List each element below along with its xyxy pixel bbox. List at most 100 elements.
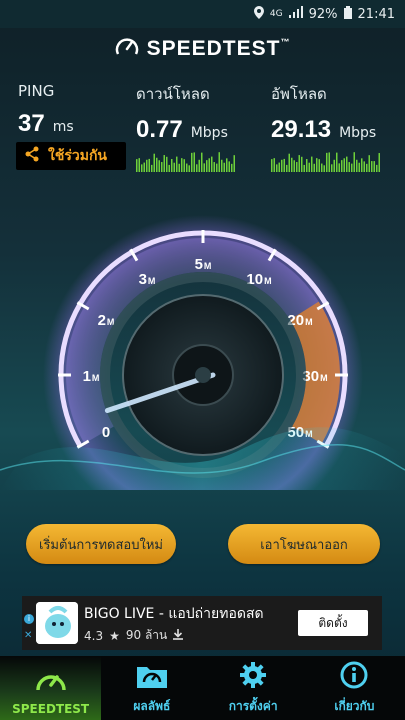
sparkline-bar bbox=[308, 162, 310, 172]
sparkline-bar bbox=[233, 155, 235, 172]
upload-sparkline bbox=[271, 150, 380, 172]
sparkline-bar bbox=[343, 158, 345, 172]
remove-ads-button[interactable]: เอาโฆษณาออก bbox=[228, 524, 380, 564]
sparkline-bar bbox=[313, 163, 315, 172]
location-icon bbox=[253, 6, 264, 22]
sparkline-bar bbox=[296, 162, 298, 172]
nav-settings-label: การตั้งค่า bbox=[228, 699, 278, 713]
speed-gauge: 01M2M3M5M10M20M30M50M bbox=[0, 215, 405, 490]
sparkline-bar bbox=[183, 159, 185, 172]
info-icon bbox=[340, 661, 368, 693]
app-title: SPEEDTEST™ bbox=[146, 37, 291, 60]
upload-metric: อัพโหลด 29.13 Mbps bbox=[271, 82, 380, 172]
ad-install-button[interactable]: ติดตั้ง bbox=[298, 610, 368, 636]
sparkline-bar bbox=[221, 159, 223, 172]
sparkline-bar bbox=[193, 152, 195, 172]
ad-banner[interactable]: i ✕ BIGO LIVE - แอปถ่ายทอดสด 4.3 ★ 90 ล้… bbox=[22, 596, 382, 650]
sparkline-bar bbox=[163, 155, 165, 172]
sparkline-bar bbox=[153, 153, 155, 172]
sparkline-bar bbox=[136, 159, 138, 172]
sparkline-bar bbox=[373, 161, 375, 172]
sparkline-bar bbox=[211, 156, 213, 172]
speedometer-logo-icon bbox=[115, 36, 139, 62]
sparkline-bar bbox=[226, 158, 228, 172]
gauge-tick-label: 0 bbox=[102, 424, 110, 441]
sparkline-bar bbox=[223, 162, 225, 172]
sparkline-bar bbox=[203, 163, 205, 172]
nav-speedtest-label: SPEEDTEST bbox=[12, 702, 90, 716]
signal-icon bbox=[288, 6, 303, 22]
sparkline-bar bbox=[328, 152, 330, 172]
gear-icon bbox=[239, 661, 267, 693]
sparkline-bar bbox=[378, 153, 380, 172]
sparkline-bar bbox=[276, 164, 278, 172]
nav-settings[interactable]: การตั้งค่า bbox=[203, 656, 304, 720]
sparkline-bar bbox=[176, 156, 178, 172]
sparkline-bar bbox=[358, 162, 360, 172]
sparkline-bar bbox=[356, 159, 358, 172]
sparkline-bar bbox=[311, 156, 313, 172]
sparkline-bar bbox=[348, 162, 350, 172]
ad-title: BIGO LIVE - แอปถ่ายทอดสด bbox=[84, 606, 264, 622]
sparkline-bar bbox=[353, 152, 355, 172]
sparkline-bar bbox=[216, 163, 218, 172]
app-header: SPEEDTEST™ bbox=[0, 36, 405, 62]
sparkline-bar bbox=[361, 158, 363, 172]
sparkline-bar bbox=[191, 152, 193, 172]
sparkline-bar bbox=[181, 158, 183, 172]
sparkline-bar bbox=[188, 165, 190, 172]
nav-speedtest[interactable]: SPEEDTEST bbox=[0, 656, 102, 720]
sparkline-bar bbox=[171, 159, 173, 172]
sparkline-bar bbox=[151, 164, 153, 172]
sparkline-bar bbox=[228, 161, 230, 172]
download-unit: Mbps bbox=[190, 125, 228, 141]
sparkline-bar bbox=[368, 155, 370, 172]
share-icon bbox=[24, 146, 40, 166]
ad-meta: 4.3 ★ 90 ล้าน bbox=[84, 626, 184, 645]
sparkline-bar bbox=[186, 163, 188, 172]
ping-value: 37 bbox=[18, 110, 45, 137]
sparkline-bar bbox=[143, 162, 145, 172]
sparkline-bar bbox=[321, 163, 323, 172]
sparkline-bar bbox=[376, 164, 378, 172]
sparkline-bar bbox=[363, 161, 365, 172]
download-sparkline bbox=[136, 150, 236, 172]
sparkline-bar bbox=[286, 164, 288, 172]
sparkline-bar bbox=[281, 159, 283, 172]
sparkline-bar bbox=[283, 158, 285, 172]
sparkline-bar bbox=[333, 159, 335, 172]
download-metric: ดาวน์โหลด 0.77 Mbps bbox=[136, 82, 236, 172]
sparkline-bar bbox=[301, 156, 303, 172]
sparkline-bar bbox=[323, 165, 325, 172]
ad-info-icon[interactable]: i bbox=[24, 614, 34, 624]
sparkline-bar bbox=[271, 159, 273, 172]
nav-results-label: ผลลัพธ์ bbox=[133, 699, 171, 713]
nav-about[interactable]: เกี่ยวกับ bbox=[304, 656, 405, 720]
star-icon: ★ bbox=[109, 628, 120, 643]
battery-percent: 92% bbox=[308, 6, 338, 22]
share-button[interactable]: ใช้ร่วมกัน bbox=[16, 142, 126, 170]
ping-label: PING bbox=[18, 82, 55, 100]
results-folder-icon bbox=[136, 663, 168, 693]
download-value: 0.77 bbox=[136, 116, 183, 143]
restart-test-button[interactable]: เริ่มต้นการทดสอบใหม่ bbox=[26, 524, 176, 564]
sparkline-bar bbox=[166, 156, 168, 172]
status-bar: 4G 92% 21:41 bbox=[0, 0, 405, 28]
sparkline-bar bbox=[161, 162, 163, 172]
download-label: ดาวน์โหลด bbox=[136, 85, 210, 103]
sparkline-bar bbox=[336, 152, 338, 172]
sparkline-bar bbox=[178, 163, 180, 172]
sparkline-bar bbox=[198, 159, 200, 172]
upload-unit: Mbps bbox=[339, 125, 377, 141]
sparkline-bar bbox=[371, 161, 373, 172]
sparkline-bar bbox=[173, 162, 175, 172]
sparkline-bar bbox=[146, 159, 148, 172]
sparkline-bar bbox=[158, 160, 160, 172]
download-icon bbox=[173, 628, 184, 643]
ping-metric: PING 37 ms bbox=[18, 82, 74, 138]
nav-results[interactable]: ผลลัพธ์ bbox=[101, 656, 202, 720]
ad-installs: 90 ล้าน bbox=[125, 628, 168, 642]
sparkline-bar bbox=[278, 162, 280, 172]
ad-close-icon[interactable]: ✕ bbox=[24, 630, 32, 641]
sparkline-bar bbox=[326, 152, 328, 172]
